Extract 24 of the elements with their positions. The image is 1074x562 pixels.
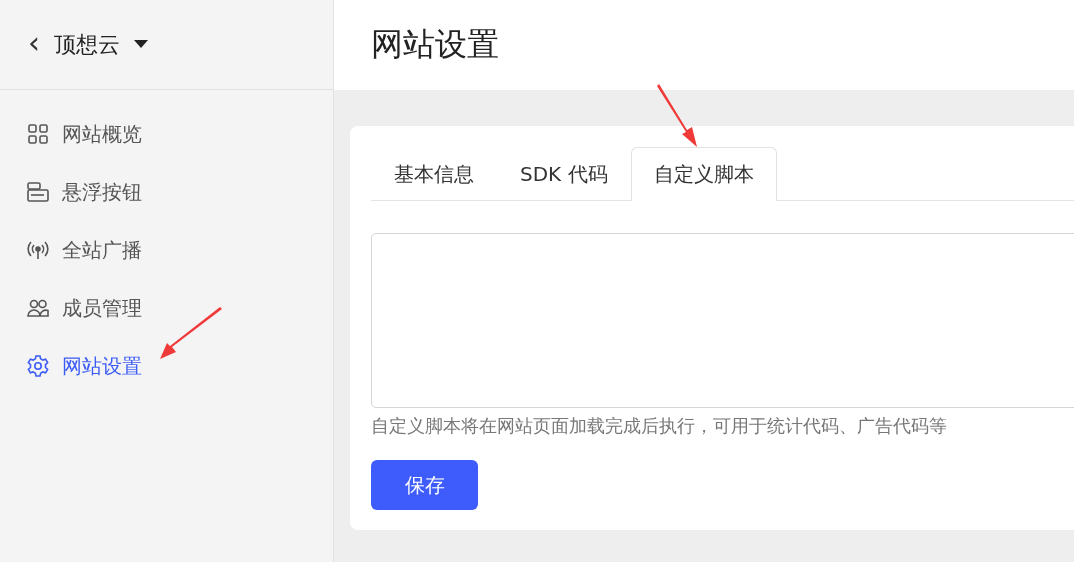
nav-label: 网站设置 [62,352,142,380]
grid-icon [26,122,50,146]
save-button[interactable]: 保存 [371,460,478,510]
nav-label: 全站广播 [62,236,142,264]
nav-item[interactable]: 网站设置 [0,337,333,395]
nav-label: 成员管理 [62,294,142,322]
nav-item[interactable]: 成员管理 [0,279,333,337]
field-hint: 自定义脚本将在网站页面加载完成后执行，可用于统计代码、广告代码等 [371,414,948,438]
nav-item[interactable]: 悬浮按钮 [0,163,333,221]
project-switcher[interactable]: 顶想云 [54,29,120,60]
page-title: 网站设置 [371,24,499,65]
nav-item[interactable]: 网站概览 [0,105,333,163]
nav-label: 悬浮按钮 [62,178,142,206]
annotation-arrow [657,84,697,147]
settings-icon [26,354,50,378]
broadcast-icon [26,238,50,262]
tab[interactable]: 自定义脚本 [630,147,777,201]
stacked-bars-icon [26,180,50,204]
nav-item[interactable]: 全站广播 [0,221,333,279]
nav-label: 网站概览 [62,120,142,148]
dropdown-caret-icon[interactable] [134,40,148,49]
back-button[interactable]: ‹ [28,27,40,58]
script-field[interactable] [371,233,1074,408]
annotation-arrow [160,307,222,359]
